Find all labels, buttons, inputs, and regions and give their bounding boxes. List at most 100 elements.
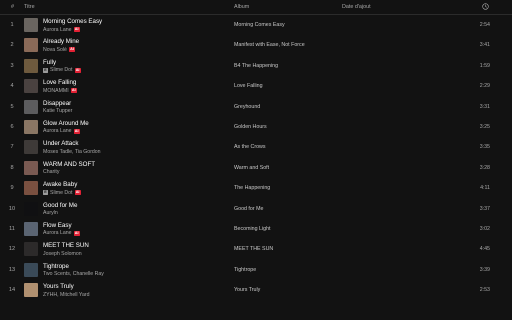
track-duration: 3:39 [479, 266, 490, 273]
explicit-badge: E [43, 190, 48, 196]
explicit-badge: E [43, 67, 48, 73]
album-cover [24, 99, 38, 114]
track-duration: 3:28 [479, 164, 490, 171]
track-album[interactable]: Manifest with Ease, Not Force [234, 42, 305, 48]
ai-badge: AI [68, 47, 76, 53]
track-duration: 2:53 [479, 287, 490, 294]
track-title[interactable]: Flow Easy [43, 222, 72, 229]
track-title[interactable]: Under Attack [43, 140, 78, 147]
ai-badge: AI [73, 230, 80, 236]
track-row[interactable]: 1 Morning Comes Easy Aurora Lane AI Morning … [0, 15, 512, 35]
album-cover [24, 79, 38, 94]
header-date-added[interactable]: Date d'ajout [342, 4, 371, 10]
track-album[interactable]: Morning Comes Easy [234, 22, 285, 28]
track-number: 7 [10, 144, 14, 151]
track-duration: 3:02 [479, 225, 490, 232]
track-artist[interactable]: Auryln [43, 210, 58, 216]
track-row[interactable]: 3 Fully E Slime Dot AI B4 The Happening 1:59 [0, 56, 512, 76]
track-title[interactable]: WARM AND SOFT [43, 161, 95, 168]
artist-line: Two Scents, Chanelle Ray [43, 271, 104, 277]
track-row[interactable]: 2 Already Mine Nova Solè AI Manifest with Ea… [0, 35, 512, 55]
track-duration: 4:11 [480, 185, 490, 192]
track-title[interactable]: Morning Comes Easy [43, 18, 102, 25]
track-album[interactable]: Warm and Soft [234, 165, 269, 171]
track-artist[interactable]: Slime Dot [50, 190, 73, 196]
track-album[interactable]: Becoming Light [234, 226, 271, 232]
track-duration: 3:35 [479, 144, 490, 151]
track-number: 13 [8, 266, 16, 273]
header-title[interactable]: Titre [24, 4, 35, 10]
track-number: 1 [10, 22, 14, 28]
track-album[interactable]: Good for Me [234, 206, 263, 212]
track-row[interactable]: 7 Under Attack Moses Tadle, Tia Gordon As t… [0, 137, 512, 157]
tracklist: # Titre Album Date d'ajout 1 Morning Come… [0, 0, 512, 320]
track-rows: 1 Morning Comes Easy Aurora Lane AI Morning … [0, 15, 512, 300]
track-album[interactable]: Tightrope [234, 267, 256, 273]
header-number: # [11, 4, 14, 10]
track-number: 8 [10, 164, 14, 171]
track-title[interactable]: Love Falling [43, 79, 76, 86]
track-album[interactable]: B4 The Happening [234, 63, 278, 69]
track-album[interactable]: MEET THE SUN [234, 246, 273, 252]
track-artist[interactable]: Katie Tupper [43, 108, 72, 114]
track-title[interactable]: Disappear [43, 100, 71, 107]
track-artist[interactable]: Joseph Solomon [43, 251, 82, 257]
track-title[interactable]: Good for Me [43, 202, 77, 209]
track-number: 12 [8, 246, 16, 253]
track-artist[interactable]: Charity [43, 169, 59, 175]
track-row[interactable]: 4 Love Falling MONAMMI AI Love Falling 2:29 [0, 76, 512, 96]
track-title[interactable]: Glow Around Me [43, 120, 89, 127]
artist-line: E Slime Dot AI [43, 67, 81, 73]
track-album[interactable]: The Happening [234, 185, 270, 191]
track-title[interactable]: MEET THE SUN [43, 242, 89, 249]
track-artist[interactable]: Aurora Lane [43, 230, 72, 236]
track-artist[interactable]: Slime Dot [50, 67, 73, 73]
track-row[interactable]: 12 MEET THE SUN Joseph Solomon MEET THE SUN… [0, 239, 512, 259]
album-cover [24, 18, 38, 32]
track-duration: 3:37 [479, 205, 490, 212]
tracklist-header: # Titre Album Date d'ajout [0, 0, 512, 15]
track-artist[interactable]: Aurora Lane [43, 27, 72, 33]
track-artist[interactable]: Nova Solè [43, 47, 67, 53]
track-row[interactable]: 9 Awake Baby E Slime Dot AI The Happening 4:11 [0, 178, 512, 198]
track-duration: 4:45 [479, 246, 490, 253]
track-number: 3 [10, 62, 14, 69]
track-artist[interactable]: MONAMMI [43, 88, 69, 94]
track-artist[interactable]: ZYHH, Mitchell Yard [43, 292, 90, 298]
track-duration: 3:31 [479, 103, 490, 110]
track-album[interactable]: Love Falling [234, 83, 263, 89]
artist-line: ZYHH, Mitchell Yard [43, 292, 90, 298]
track-number: 9 [10, 185, 14, 192]
artist-line: Aurora Lane AI [43, 128, 80, 134]
album-cover [24, 181, 38, 196]
album-cover [24, 38, 38, 53]
ai-badge: AI [73, 128, 80, 134]
track-row[interactable]: 6 Glow Around Me Aurora Lane AI Golden Hours… [0, 117, 512, 137]
track-title[interactable]: Yours Truly [43, 283, 74, 290]
clock-icon[interactable] [482, 3, 490, 11]
header-album[interactable]: Album [234, 4, 249, 10]
album-cover [24, 221, 38, 236]
track-artist[interactable]: Aurora Lane [43, 128, 72, 134]
track-album[interactable]: Golden Hours [234, 124, 267, 130]
track-row[interactable]: 8 WARM AND SOFT Charity Warm and Soft 3:28 [0, 158, 512, 178]
track-album[interactable]: Yours Truly [234, 287, 260, 293]
track-row[interactable]: 10 Good for Me Auryln Good for Me 3:37 [0, 199, 512, 219]
artist-line: Moses Tadle, Tia Gordon [43, 149, 101, 155]
track-row[interactable]: 5 Disappear Katie Tupper Greyhound 3:31 [0, 97, 512, 117]
track-album[interactable]: As the Crows [234, 144, 266, 150]
track-title[interactable]: Tightrope [43, 263, 69, 270]
ai-badge: AI [74, 190, 81, 196]
track-title[interactable]: Fully [43, 59, 56, 66]
track-album[interactable]: Greyhound [234, 104, 260, 110]
track-row[interactable]: 13 Tightrope Two Scents, Chanelle Ray Tight… [0, 260, 512, 280]
track-row[interactable]: 11 Flow Easy Aurora Lane AI Becoming Light 3:… [0, 219, 512, 239]
artist-line: Auryln [43, 210, 58, 216]
track-artist[interactable]: Moses Tadle, Tia Gordon [43, 149, 101, 155]
track-artist[interactable]: Two Scents, Chanelle Ray [43, 271, 104, 277]
album-cover [24, 201, 38, 216]
track-row[interactable]: 14 Yours Truly ZYHH, Mitchell Yard Yours Tr… [0, 280, 512, 300]
track-number: 5 [10, 103, 14, 110]
track-title[interactable]: Awake Baby [43, 181, 77, 188]
track-title[interactable]: Already Mine [43, 38, 79, 45]
